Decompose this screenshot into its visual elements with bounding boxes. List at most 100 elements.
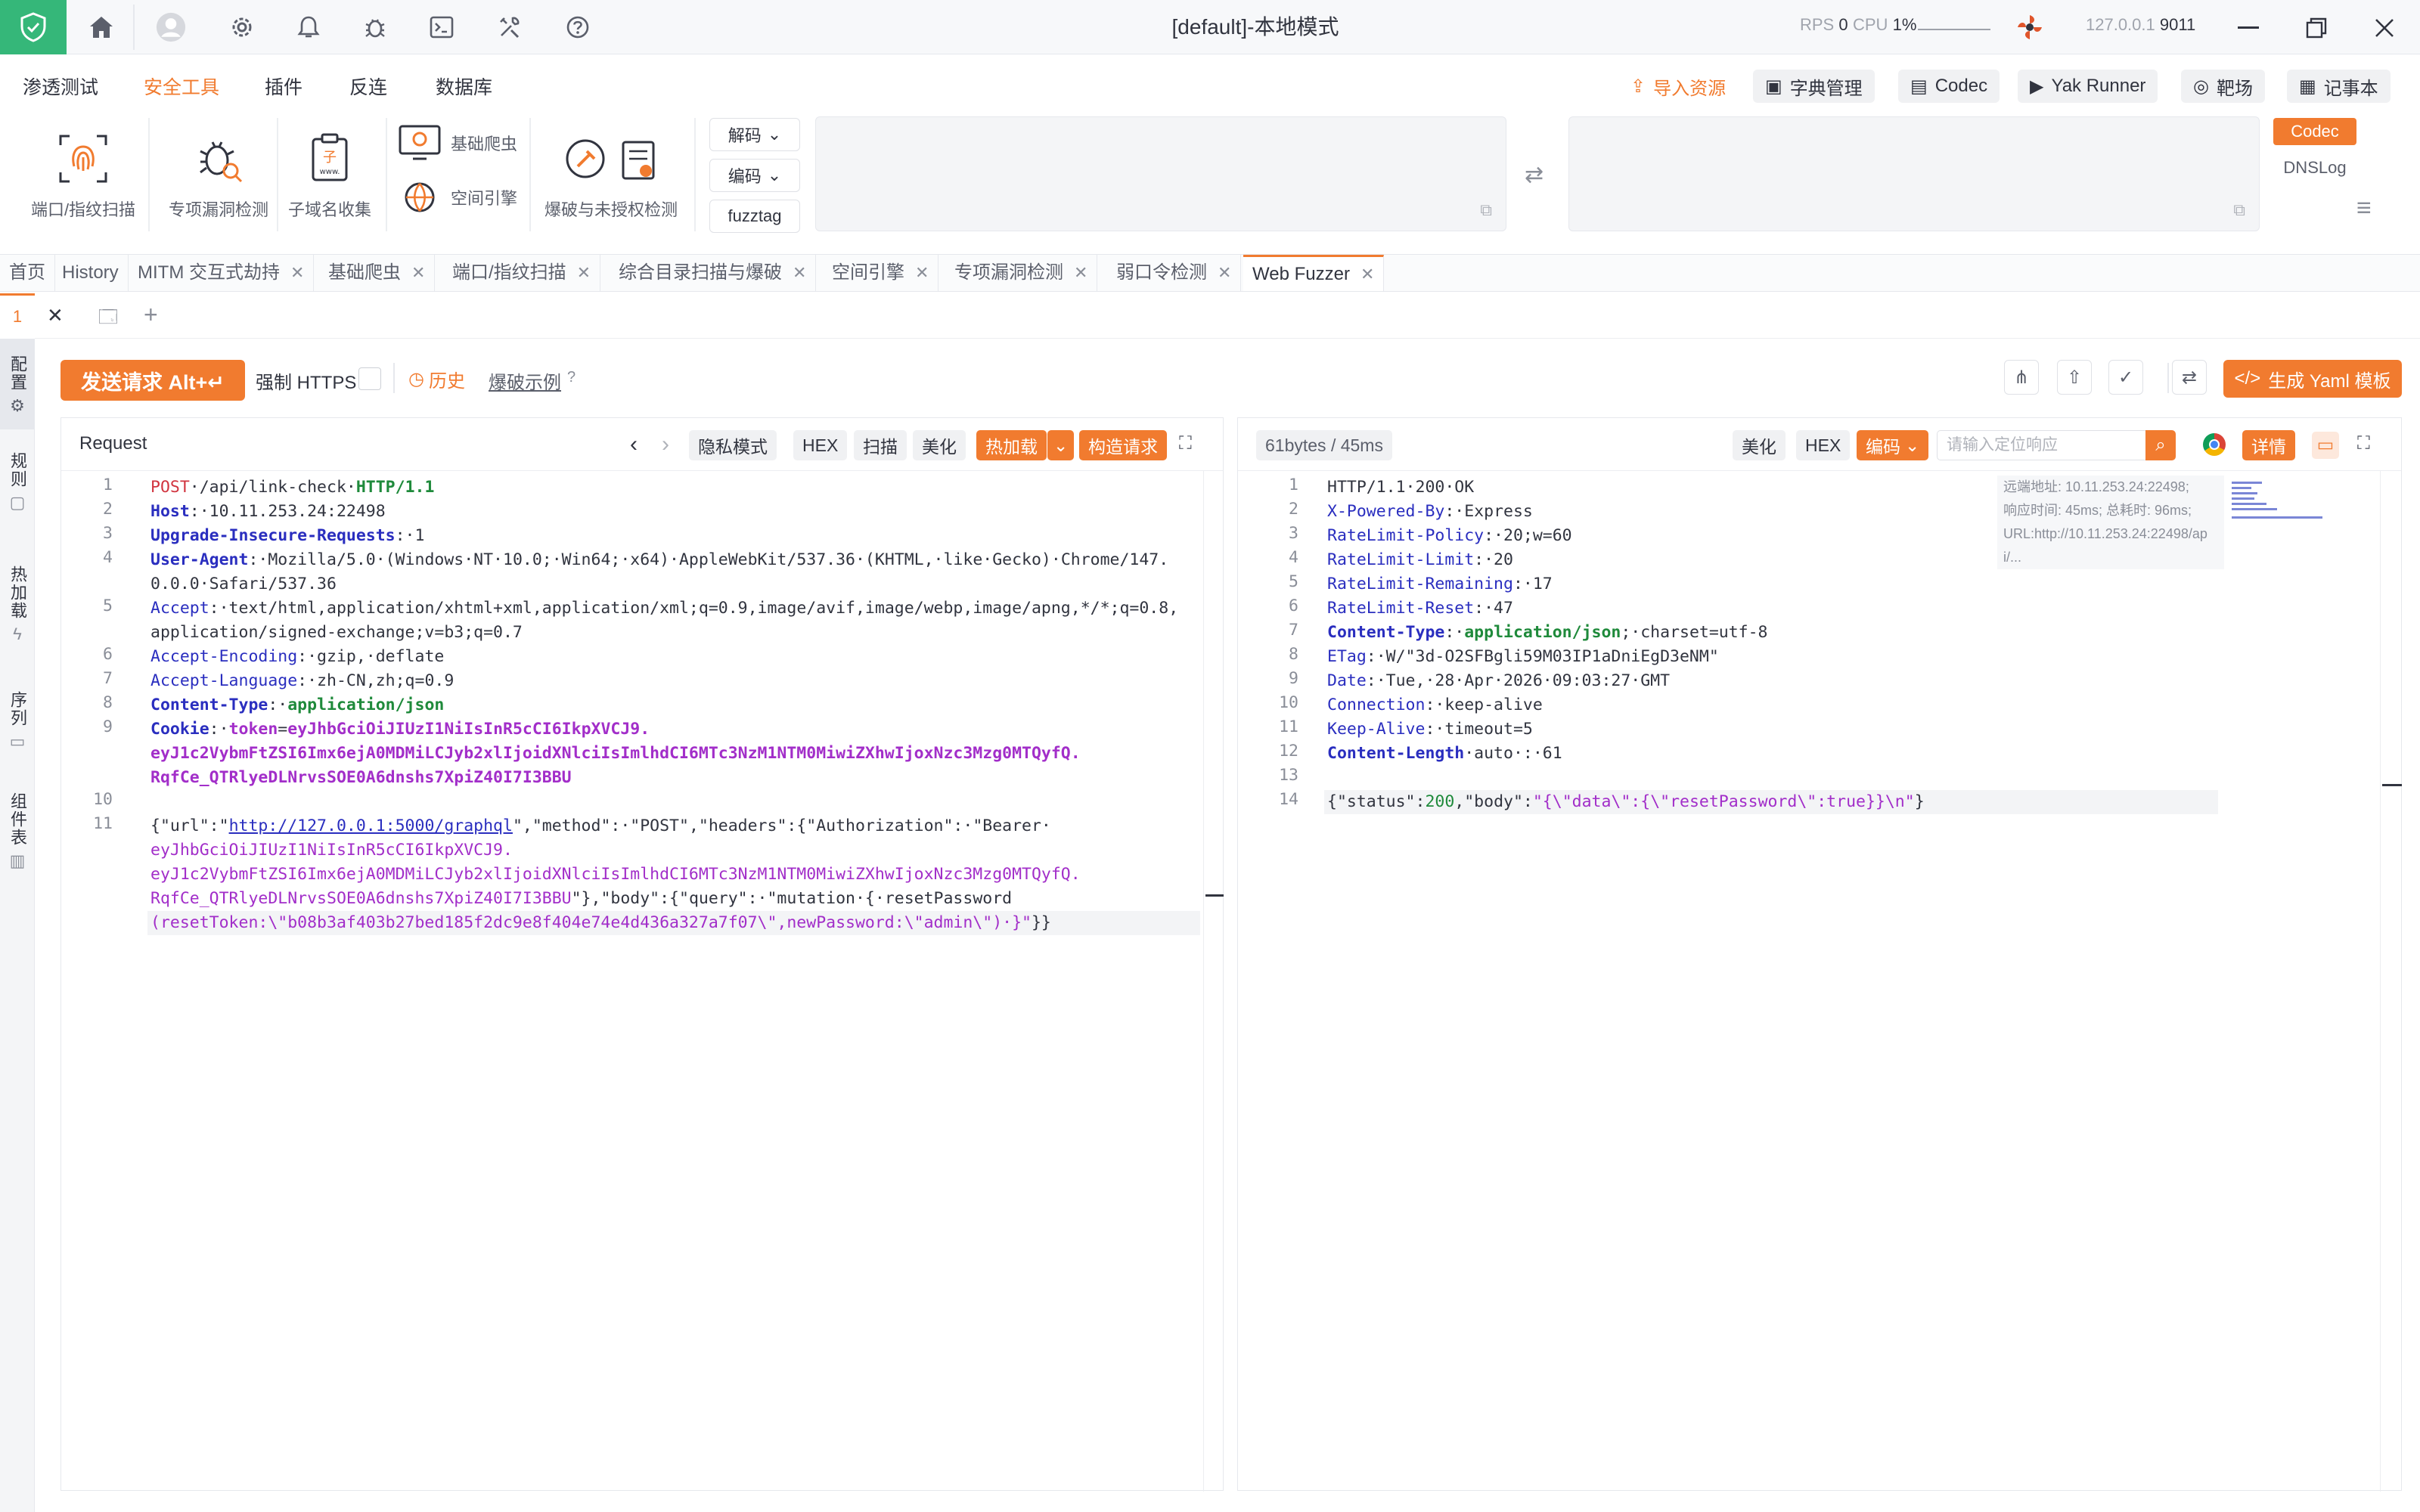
range-button[interactable]: ◎ 靶场 [2181,70,2265,103]
fuzztag-button[interactable]: fuzztag [709,200,800,233]
import-resource-button[interactable]: ⇪ 导入资源 [1618,70,1738,103]
encoding-dropdown[interactable]: 编码 ⌄ [1857,430,1929,460]
engine-icon[interactable] [2015,12,2045,42]
home-icon[interactable] [86,12,116,42]
fullscreen-icon[interactable]: ⛶ [1179,433,1192,454]
build-request-button[interactable]: 构造请求 [1079,430,1167,460]
add-icon[interactable]: + [144,301,158,329]
beautify-button[interactable]: 美化 [1733,430,1786,460]
close-icon[interactable]: ✕ [915,255,929,291]
editor-scrollbar[interactable] [2380,471,2403,1492]
avatar[interactable] [156,12,186,42]
minimap[interactable] [2232,479,2330,531]
dict-manage-button[interactable]: ▣ 字典管理 [1753,70,1875,103]
hex-button[interactable]: HEX [1796,430,1851,460]
tab-mitm[interactable]: MITM 交互式劫持 ✕ [129,255,315,291]
privacy-mode-button[interactable]: 隐私模式 [689,430,777,460]
codec-input-area[interactable]: ⧉ [815,116,1506,231]
swap-icon[interactable]: ⇄ [1525,162,1544,188]
tab-vuln-detect[interactable]: 专项漏洞检测 ✕ [945,255,1098,291]
search-response-input[interactable]: 请输入定位响应 [1937,430,2149,460]
collapse-icon[interactable]: ≡ [2356,194,2372,223]
generate-yaml-button[interactable]: </> 生成 Yaml 模板 [2223,360,2402,398]
close-icon[interactable]: ✕ [47,304,64,327]
chevron-down-icon[interactable]: ⌄ [1047,430,1075,460]
yak-runner-button[interactable]: ▶ Yak Runner [2018,70,2158,103]
request-editor[interactable]: 1 POST·/api/link-check·HTTP/1.1 2 Host:·10.… [61,476,1203,1489]
copy-icon[interactable]: ⧉ [2233,200,2245,220]
shield-icon[interactable] [0,0,67,54]
brute-example-link[interactable]: 爆破示例 [489,367,561,394]
copy-icon[interactable]: ⧉ [1480,200,1492,220]
menu-reverse[interactable]: 反连 [349,73,387,100]
hot-reload-button[interactable]: 热加载 [976,430,1047,460]
save-icon[interactable]: 🗔 [98,304,118,335]
minimize-icon[interactable] [2231,11,2266,45]
history-button[interactable]: ◷ 历史 [408,366,465,392]
terminal-icon[interactable] [427,12,457,42]
tab-web-fuzzer[interactable]: Web Fuzzer ✕ [1243,255,1385,293]
subtab-1[interactable]: 1 [0,293,35,339]
space-engine-tool[interactable]: 空间引擎 [398,178,517,216]
close-icon[interactable]: ✕ [1074,255,1087,291]
basic-crawler-tool[interactable]: 基础爬虫 [398,124,517,162]
dnslog-side-button[interactable]: DNSLog [2273,154,2356,181]
close-icon[interactable]: ✕ [290,255,304,291]
chevron-right-icon[interactable]: › [662,432,669,457]
close-icon[interactable]: ✕ [411,255,425,291]
export-icon[interactable]: ⇧ [2057,360,2092,395]
help-icon[interactable] [563,12,593,42]
menu-pentest[interactable]: 渗透测试 [23,73,98,100]
chevron-left-icon[interactable]: ‹ [630,432,638,457]
sidebar-item-sequence[interactable]: 序列 ▭ [0,691,35,774]
editor-scrollbar[interactable] [1203,471,1224,1492]
beautify-button[interactable]: 美化 [913,430,966,460]
encode-dropdown[interactable]: 编码 ⌄ [709,159,800,192]
notepad-button[interactable]: ▦ 记事本 [2287,70,2391,103]
hex-button[interactable]: HEX [793,430,848,460]
tools-icon[interactable] [495,12,525,42]
send-request-button[interactable]: 发送请求 Alt+↵ [60,360,245,401]
tab-port-scan[interactable]: 端口/指纹扫描 ✕ [443,255,601,291]
fullscreen-icon[interactable]: ⛶ [2357,433,2370,454]
close-icon[interactable]: ✕ [577,255,591,291]
tab-history[interactable]: History [53,255,129,291]
menu-security-tools[interactable]: 安全工具 [144,73,219,100]
share-icon[interactable]: ⋔ [2004,360,2039,395]
tab-dir-scan[interactable]: 综合目录扫描与爆破 ✕ [610,255,817,291]
brute-tool[interactable]: 爆破与未授权检测 [538,129,684,221]
port-scan-tool[interactable]: 端口/指纹扫描 [23,129,144,221]
codec-output-area[interactable]: ⧉ [1568,116,2260,231]
decode-dropdown[interactable]: 解码 ⌄ [709,118,800,151]
sidebar-item-rules[interactable]: 规则 ▢ [0,452,35,535]
sidebar-item-hotpatch[interactable]: 热加载 ϟ [0,565,35,664]
search-icon[interactable]: ⌕ [2145,430,2176,460]
tab-crawler[interactable]: 基础爬虫 ✕ [319,255,436,291]
response-editor[interactable]: 1 HTTP/1.1·200·OK 2 X-Powered-By:·Express 3 R… [1238,476,2221,1489]
details-button[interactable]: 详情 [2242,430,2295,460]
swap-layout-icon[interactable]: ⇄ [2172,360,2207,395]
comment-icon[interactable]: ▭ [2312,432,2339,459]
close-icon[interactable] [2367,11,2402,45]
codec-side-button[interactable]: Codec [2273,118,2356,145]
tab-weak-password[interactable]: 弱口令检测 ✕ [1107,255,1242,291]
bug-icon[interactable] [360,12,390,42]
restore-icon[interactable] [2299,11,2334,45]
close-icon[interactable]: ✕ [793,255,806,291]
sidebar-item-components[interactable]: 组件表 ▥ [0,792,35,891]
close-icon[interactable]: ✕ [1218,255,1231,291]
codec-button[interactable]: ▤ Codec [1898,70,2000,103]
tab-space-engine[interactable]: 空间引擎 ✕ [823,255,939,291]
chrome-icon[interactable] [2203,433,2226,456]
sidebar-item-config[interactable]: 配置 ⚙ [0,339,35,429]
close-icon[interactable]: ✕ [1360,256,1374,293]
menu-database[interactable]: 数据库 [436,73,492,100]
check-icon[interactable]: ✓ [2108,360,2143,395]
scan-button[interactable]: 扫描 [854,430,907,460]
question-icon[interactable]: ? [567,369,576,386]
menu-plugins[interactable]: 插件 [265,73,302,100]
force-https-checkbox[interactable] [358,367,381,390]
vuln-detect-tool[interactable]: 专项漏洞检测 [154,129,283,221]
tab-home[interactable]: 首页 [0,255,55,291]
subdomain-tool[interactable]: 子 www. 子域名收集 [283,129,377,221]
